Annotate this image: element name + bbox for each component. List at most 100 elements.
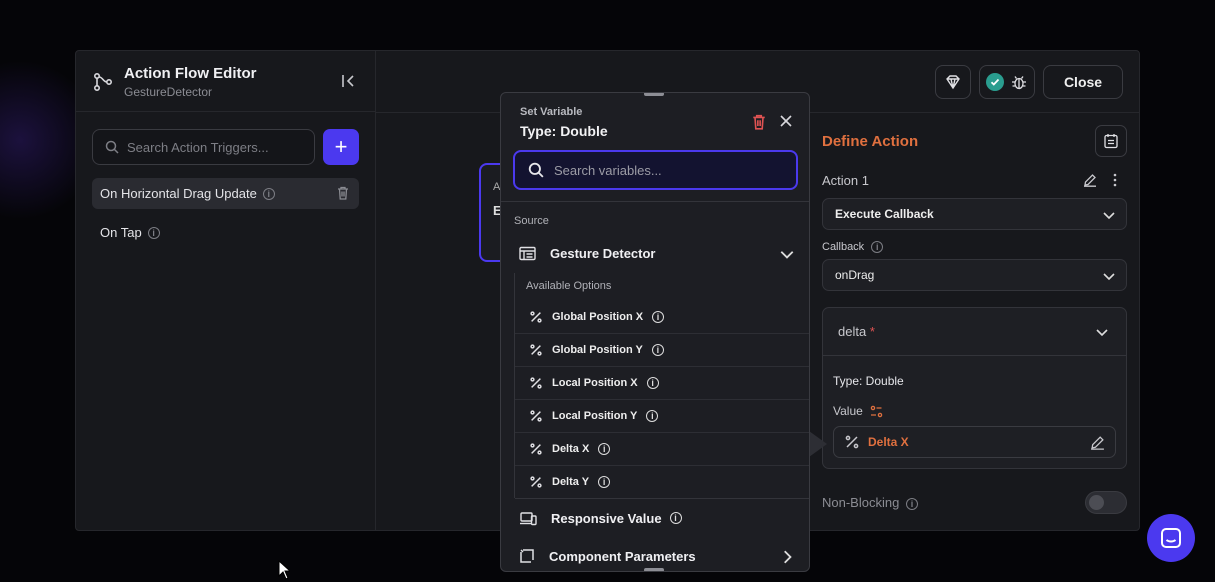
trigger-search-box[interactable]: [92, 129, 315, 165]
non-blocking-toggle[interactable]: [1085, 491, 1127, 514]
mouse-cursor-icon: [278, 560, 290, 580]
chat-icon: [1161, 528, 1181, 548]
source-label: Source: [514, 215, 549, 227]
popup-title: Type: Double: [520, 123, 608, 139]
notes-icon: [1104, 134, 1118, 149]
callback-dropdown[interactable]: onDrag: [822, 259, 1127, 291]
set-variable-popup: Set Variable Type: Double Source Gesture…: [500, 92, 810, 572]
info-icon[interactable]: i: [646, 410, 659, 422]
popup-kicker: Set Variable: [520, 106, 583, 118]
editor-title: Action Flow Editor: [124, 65, 257, 82]
percent-icon: [530, 410, 542, 422]
option-delta-y[interactable]: Delta Y i: [515, 466, 809, 499]
action-type-dropdown[interactable]: Execute Callback: [822, 198, 1127, 230]
chat-support-button[interactable]: [1147, 514, 1195, 562]
source-group-responsive-value[interactable]: Responsive Value i: [501, 501, 809, 535]
chevron-down-icon: [780, 251, 794, 259]
trigger-search-input[interactable]: [127, 139, 307, 155]
percent-icon: [530, 344, 542, 356]
source-group-gesture-detector[interactable]: Gesture Detector: [501, 236, 809, 270]
action-notes-button[interactable]: [1095, 125, 1127, 157]
chevron-down-icon: [1103, 273, 1115, 281]
option-label: Delta Y: [552, 476, 590, 488]
info-icon[interactable]: i: [651, 344, 664, 356]
percent-icon: [530, 443, 542, 455]
edit-icon[interactable]: [1090, 435, 1105, 450]
ai-assist-button[interactable]: [935, 65, 971, 99]
option-global-position-x[interactable]: Global Position X i: [515, 301, 809, 334]
responsive-devices-icon: [520, 511, 537, 525]
required-mark: *: [869, 324, 875, 339]
trigger-item-on-tap[interactable]: On Tap i: [92, 217, 359, 248]
check-icon: [986, 73, 1004, 91]
percent-icon: [530, 311, 542, 323]
bug-icon: [1012, 76, 1026, 90]
action-type-value: Execute Callback: [835, 207, 934, 221]
component-icon: [520, 549, 534, 563]
parameter-card-delta: delta * Type: Double Value Delta X: [822, 307, 1127, 469]
non-blocking-label: Non-Blocking i: [822, 495, 918, 510]
info-icon[interactable]: i: [669, 512, 682, 524]
trigger-label: On Horizontal Drag Update: [100, 186, 257, 201]
popup-connector-arrow: [809, 431, 827, 457]
editor-toolbar: Close: [935, 65, 1123, 99]
table-icon: [519, 246, 536, 260]
info-icon[interactable]: i: [147, 226, 160, 239]
close-button[interactable]: Close: [1043, 65, 1123, 99]
available-options-list: Available Options Global Position X i Gl…: [514, 273, 809, 499]
value-label-text: Value: [833, 404, 863, 418]
parameter-header[interactable]: delta *: [823, 308, 1126, 356]
popup-drag-handle-bottom[interactable]: [644, 568, 664, 571]
value-field[interactable]: Delta X: [833, 426, 1116, 458]
percent-icon: [530, 377, 542, 389]
info-icon[interactable]: i: [598, 443, 611, 455]
action-label: Action 1: [822, 173, 869, 188]
info-icon[interactable]: i: [652, 311, 665, 323]
option-local-position-y[interactable]: Local Position Y i: [515, 400, 809, 433]
info-icon[interactable]: i: [262, 187, 275, 200]
value-label: Value: [833, 404, 883, 418]
edit-icon[interactable]: [1083, 173, 1097, 187]
validation-status-button[interactable]: [979, 65, 1035, 99]
callback-label: Callback i: [822, 241, 884, 253]
more-vertical-icon[interactable]: [1112, 173, 1118, 187]
option-delta-x[interactable]: Delta X i: [515, 433, 809, 466]
info-icon[interactable]: i: [598, 476, 611, 488]
info-icon[interactable]: i: [905, 498, 918, 510]
triggers-panel: Action Flow Editor GestureDetector + On …: [76, 51, 376, 530]
trigger-label: On Tap: [100, 225, 142, 240]
popup-drag-handle-top[interactable]: [644, 93, 664, 96]
options-heading: Available Options: [526, 280, 612, 292]
variable-search-input[interactable]: [554, 162, 774, 178]
value-text: Delta X: [868, 435, 909, 449]
trash-icon[interactable]: [752, 114, 766, 130]
option-global-position-y[interactable]: Global Position Y i: [515, 334, 809, 367]
option-label: Global Position Y: [552, 344, 643, 356]
source-group-label: Gesture Detector: [550, 245, 656, 261]
ai-diamond-icon: [946, 75, 960, 90]
editor-header: Action Flow Editor GestureDetector: [76, 51, 375, 112]
option-local-position-x[interactable]: Local Position X i: [515, 367, 809, 400]
chevron-down-icon: [1103, 212, 1115, 220]
info-icon[interactable]: i: [871, 241, 884, 253]
percent-icon: [845, 435, 859, 449]
group-label: Component Parameters: [549, 548, 696, 564]
search-icon: [105, 140, 119, 154]
add-trigger-button[interactable]: +: [323, 129, 359, 165]
group-label: Responsive Value: [551, 510, 662, 526]
option-label: Delta X: [552, 443, 590, 455]
define-action-title: Define Action: [822, 133, 919, 150]
option-label: Local Position Y: [552, 410, 638, 422]
action-flow-icon: [93, 72, 113, 92]
variable-search-box[interactable]: [513, 150, 798, 190]
close-icon[interactable]: [779, 114, 793, 128]
collapse-panel-icon[interactable]: [341, 73, 357, 89]
trigger-item-horizontal-drag-update[interactable]: On Horizontal Drag Update i: [92, 178, 359, 209]
trash-icon[interactable]: [337, 186, 349, 200]
variable-options-icon[interactable]: [870, 405, 883, 418]
search-icon: [528, 162, 544, 178]
parameter-type: Type: Double: [833, 374, 904, 388]
option-label: Global Position X: [552, 311, 644, 323]
chevron-down-icon: [1096, 329, 1108, 337]
info-icon[interactable]: i: [646, 377, 659, 389]
